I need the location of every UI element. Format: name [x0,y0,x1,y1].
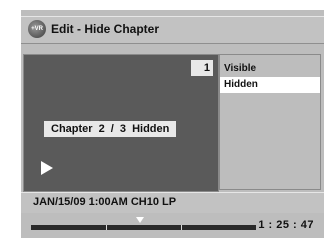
menu-item-visible[interactable]: Visible [220,61,320,77]
menu-item-hidden[interactable]: Hidden [220,77,320,93]
video-preview: 1 Chapter 2 / 3 Hidden [23,54,219,192]
timeline-chapter-divider [106,225,107,230]
title-bar: +VR Edit - Hide Chapter [21,16,324,44]
recording-info: JAN/15/09 1:00AM CH10 LP [33,196,177,208]
vr-disc-icon: +VR [28,20,46,38]
chapter-timeline [31,225,256,230]
timeline-chapter-divider [181,225,182,230]
chapter-info: Chapter 2 / 3 Hidden [44,121,177,137]
menu-panel: Visible Hidden [219,54,321,190]
title-number: 1 [191,60,213,76]
info-bar: JAN/15/09 1:00AM CH10 LP [21,192,324,213]
timecode: 1 : 25 : 47 [258,219,314,231]
position-marker-icon [136,217,144,223]
page-title: Edit - Hide Chapter [51,22,160,36]
timeline-row: 1 : 25 : 47 [21,213,324,238]
play-icon [41,161,53,175]
